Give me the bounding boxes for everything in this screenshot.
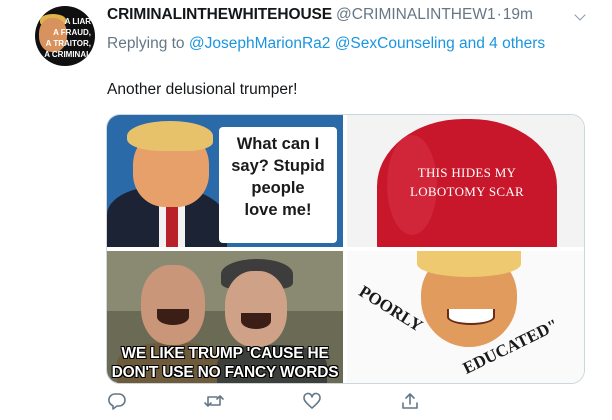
avatar-text: A LIAR [64, 17, 91, 26]
display-name[interactable]: CRIMINALINTHEWHITEHOUSE [107, 6, 332, 23]
hat-text-line: LOBOTOMY SCAR [409, 184, 525, 199]
media-grid: What can I say? Stupid people love me! T… [106, 114, 585, 384]
arc-text: POORLY [355, 281, 427, 336]
avatar[interactable]: A LIAR A FRAUD, A TRAITOR, A CRIMINAL [35, 6, 95, 66]
reply-mentions-link[interactable]: @JosephMarionRa2 @SexCounseling and 4 ot… [189, 35, 545, 52]
image-figure [447, 309, 495, 325]
like-icon[interactable] [302, 392, 322, 410]
retweet-icon[interactable] [203, 392, 224, 410]
image-figure [417, 251, 521, 277]
meme-caption-line: DON'T USE NO FANCY WORDS [111, 364, 339, 381]
image-caption: What can I say? Stupid people love me! [219, 133, 337, 221]
caption-line: What can I [236, 135, 320, 153]
image-figure [141, 265, 205, 345]
reply-icon[interactable] [107, 392, 127, 410]
user-handle[interactable]: @CRIMINALINTHEW1 [336, 6, 496, 23]
tweet-text: Another delusional trumper! [107, 81, 298, 98]
separator: · [496, 6, 502, 23]
meme-caption-line: WE LIKE TRUMP 'CAUSE HE [121, 345, 329, 362]
chevron-down-icon[interactable] [574, 9, 586, 21]
avatar-text: A TRAITOR, [45, 39, 91, 48]
tweet-header: CRIMINALINTHEWHITEHOUSE @CRIMINALINTHEW1·… [107, 6, 533, 24]
share-icon[interactable] [400, 392, 420, 410]
caption-line: people [251, 179, 305, 197]
image-figure [127, 121, 213, 151]
reply-context: Replying to @JosephMarionRa2 @SexCounsel… [107, 33, 577, 55]
media-image-1[interactable]: What can I say? Stupid people love me! [107, 115, 343, 247]
image-figure [225, 271, 287, 347]
media-image-3[interactable]: WE LIKE TRUMP 'CAUSE HE DON'T USE NO FAN… [107, 251, 343, 383]
avatar-text: A FRAUD, [53, 28, 91, 37]
caption-line: love me! [244, 201, 312, 219]
media-image-2[interactable]: THIS HIDES MY LOBOTOMY SCAR [347, 115, 584, 247]
hat-text-line: THIS HIDES MY [417, 165, 517, 180]
timestamp[interactable]: 19m [503, 6, 533, 23]
avatar-text: A CRIMINAL [44, 50, 91, 59]
hat-text: THIS HIDES MY LOBOTOMY SCAR [387, 163, 547, 201]
image-figure [157, 309, 189, 325]
caption-line: say? Stupid [231, 157, 325, 175]
media-image-4[interactable]: POORLY EDUCATED" [347, 251, 584, 383]
image-figure [241, 313, 271, 329]
action-bar [0, 392, 612, 412]
reply-prefix: Replying to [107, 35, 189, 52]
